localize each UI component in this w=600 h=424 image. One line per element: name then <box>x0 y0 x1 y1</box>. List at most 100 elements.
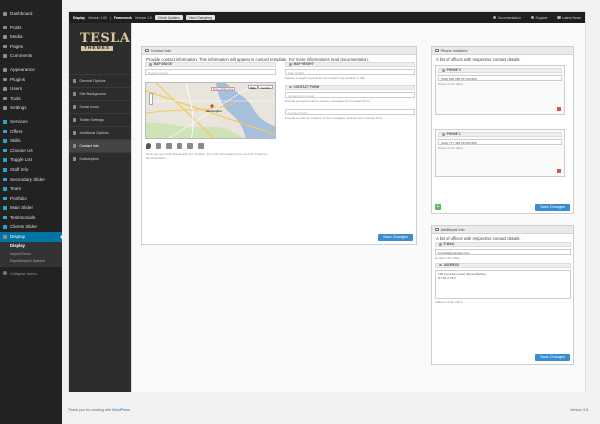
wp-menu-toggle-list[interactable]: Toggle List <box>0 155 62 165</box>
wp-menu-label: Plugins <box>10 76 26 82</box>
phone-numbers-header: Phone numbers <box>432 47 573 55</box>
office-email-input[interactable]: contact@example.com <box>435 248 571 255</box>
wp-menu-staff-info[interactable]: Staff Info <box>0 165 62 175</box>
building-icon[interactable] <box>187 143 193 149</box>
car-icon[interactable] <box>166 143 172 149</box>
options-sidebar: TESLA THEMES General Options Site Backgro… <box>69 23 131 392</box>
contact-prefix-hint: Provide a prefix for subjects of the mes… <box>285 115 383 120</box>
wp-menu-portfolio[interactable]: Portfolio <box>0 194 62 204</box>
wp-menu-appearance[interactable]: Appearance <box>0 65 62 75</box>
pages-icon <box>3 44 7 49</box>
nav-additional-options[interactable]: Additional Options <box>69 126 131 139</box>
wp-menu-clients-slider[interactable]: Clients Slider <box>0 222 62 232</box>
wp-menu-services[interactable]: Services <box>0 117 62 127</box>
users-icon <box>3 87 7 91</box>
wp-menu-comments[interactable]: Comments <box>0 51 62 61</box>
nav-contact-info[interactable]: Contact Info <box>69 139 131 152</box>
wp-menu-users[interactable]: Users <box>0 84 62 94</box>
map-zoom-control[interactable] <box>149 93 153 105</box>
nav-site-background[interactable]: Site Background <box>69 87 131 100</box>
view-changelog-button[interactable]: View Changelog <box>185 14 215 21</box>
nav-subscription[interactable]: Subscription <box>69 152 131 165</box>
office-address-textarea[interactable]: 128 revolution road, Street Monkey NY-81… <box>435 269 571 299</box>
wp-menu-label: Settings <box>10 105 27 111</box>
check-updates-button[interactable]: Check Updates <box>154 14 183 21</box>
wp-menu-offers[interactable]: Offers <box>0 127 62 137</box>
contact-save-button[interactable]: Save Changes <box>378 234 413 241</box>
google-map-preview[interactable]: Drop marker here Map Satellite Washingto… <box>145 82 276 139</box>
display-icon <box>3 235 7 239</box>
phone-input[interactable]: (040) 055 055 55 789 889 <box>438 74 562 81</box>
contact-email-input[interactable]: Contact form email <box>285 91 415 98</box>
documentation-link[interactable]: Documentation <box>492 16 521 20</box>
edit-icon <box>145 48 149 53</box>
map-height-input[interactable]: Map Height <box>285 68 415 75</box>
map-hint: Here you can insert iframe with your loc… <box>146 152 268 160</box>
email-label: E-MAIL <box>435 242 571 247</box>
latest-news-link[interactable]: Latest News <box>557 16 581 20</box>
contact-info-header: Contact Info <box>142 47 416 55</box>
wp-menu-choose-us[interactable]: Choose Us <box>0 146 62 156</box>
wp-menu-label: Main Slider <box>10 205 33 211</box>
phone-card: PHONE 1 (044) 777 454 55 555 888 Phone o… <box>435 129 565 177</box>
site-background-icon <box>73 92 77 96</box>
email-icon <box>439 243 442 246</box>
delete-phone-icon[interactable] <box>557 169 561 173</box>
map-location-input[interactable]: Select location <box>145 68 276 75</box>
submenu-item[interactable]: Display <box>0 243 62 250</box>
phone-save-button[interactable]: Save Changes <box>535 204 570 211</box>
wp-menu-label: Tools <box>10 95 21 101</box>
wp-menu-label: Clients Slider <box>10 224 38 230</box>
mail-icon <box>289 85 292 89</box>
wp-menu-dashboard[interactable]: Dashboard <box>0 9 62 19</box>
support-link[interactable]: Support <box>530 16 547 20</box>
wp-menu-posts[interactable]: Posts <box>0 23 62 33</box>
general-options-icon <box>73 79 77 83</box>
phone-input[interactable]: (044) 777 454 55 555 888 <box>438 138 562 145</box>
submenu-item[interactable]: Import Demo <box>0 250 62 257</box>
social-icons-icon <box>73 105 77 109</box>
wp-menu-settings[interactable]: Settings <box>0 103 62 113</box>
tesla-themes-logo: TESLA THEMES <box>80 31 131 51</box>
contact-info-icon <box>73 144 77 148</box>
globe-icon[interactable] <box>155 143 162 149</box>
delete-phone-icon[interactable] <box>557 107 561 111</box>
wp-menu-display[interactable]: Display <box>0 232 62 242</box>
wp-menu-testimonials[interactable]: Testimonials <box>0 213 62 223</box>
map-type-map-button[interactable]: Map <box>247 85 259 90</box>
wp-menu-plugins[interactable]: Plugins <box>0 75 62 85</box>
flag-icon[interactable] <box>197 143 204 149</box>
options-nav: General Options Site Background Social Ico… <box>69 74 131 165</box>
contact-prefix-input[interactable]: Contact Prefix <box>285 108 415 115</box>
media-icon <box>3 35 7 39</box>
nav-social-icons[interactable]: Social Icons <box>69 100 131 113</box>
truck-icon[interactable] <box>176 143 183 149</box>
wp-admin-menu: Dashboard Posts Media Pages Comments Appearan… <box>0 0 62 424</box>
footer-text: Thank you for creating with WordPress <box>68 408 130 412</box>
pin-icon[interactable] <box>146 143 151 149</box>
wordpress-link[interactable]: WordPress <box>112 408 130 412</box>
nav-general-options[interactable]: General Options <box>69 74 131 87</box>
submenu-item[interactable]: Export/Import Options <box>0 257 62 264</box>
wp-menu-main-slider[interactable]: Main Slider <box>0 203 62 213</box>
wp-menu-label: Staff Info <box>10 166 29 172</box>
collapse-menu-button[interactable]: Collapse menu <box>0 267 62 276</box>
wp-menu-label: Toggle List <box>10 157 32 163</box>
wp-menu-tools[interactable]: Tools <box>0 94 62 104</box>
wp-menu-media[interactable]: Media <box>0 32 62 42</box>
add-phone-button[interactable]: + <box>435 204 441 210</box>
nav-twitter-settings[interactable]: Twitter Settings <box>69 113 131 126</box>
additional-save-button[interactable]: Save Changes <box>535 354 570 361</box>
phone-hint: Phone of the office <box>438 145 463 150</box>
wp-version: Version 3.8 <box>570 408 588 412</box>
map-type-satellite-button[interactable]: Satellite <box>258 85 273 90</box>
wp-menu-pages[interactable]: Pages <box>0 42 62 52</box>
wp-menu-team[interactable]: Team <box>0 184 62 194</box>
phone-numbers-intro: A list of offices with respective contac… <box>436 57 521 62</box>
portfolio-icon <box>3 196 7 201</box>
map-city-label: Washington <box>206 109 222 113</box>
wp-menu-label: Appearance <box>10 66 35 72</box>
theme-title: Display <box>73 15 86 20</box>
wp-menu-secondary-slider[interactable]: Secondary Slider <box>0 175 62 185</box>
wp-menu-skills[interactable]: Skills <box>0 136 62 146</box>
